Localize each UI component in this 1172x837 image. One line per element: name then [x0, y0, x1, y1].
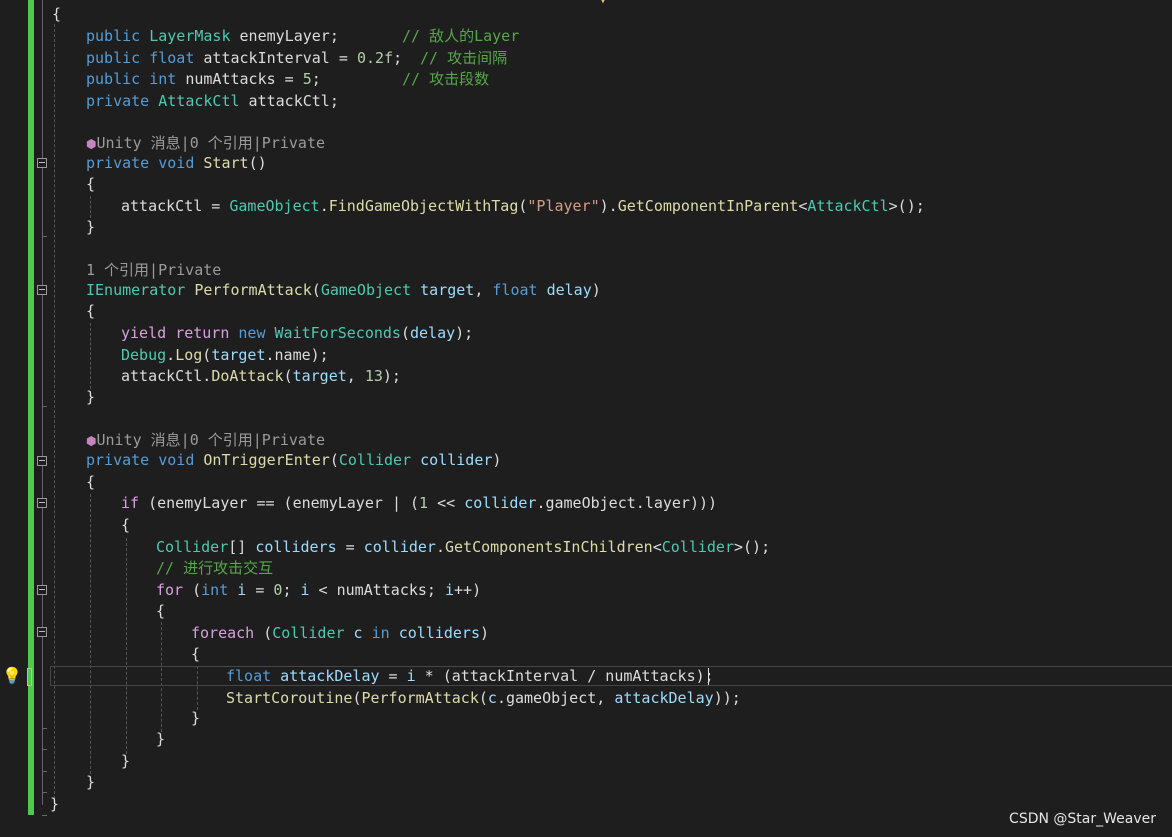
fold-toggle-perform-attack[interactable]	[37, 285, 47, 295]
fold-toggle-if[interactable]	[37, 498, 47, 508]
code-line-do-attack[interactable]: attackCtl.DoAttack(target, 13);	[121, 366, 401, 387]
code-line-brace[interactable]: {	[86, 472, 95, 493]
code-line-attack-ctl[interactable]: private AttackCtl attackCtl;	[86, 91, 339, 112]
code-line-brace[interactable]: {	[191, 644, 200, 665]
indent-guide	[126, 538, 127, 754]
code-line-find-player[interactable]: attackCtl = GameObject.FindGameObjectWit…	[121, 196, 925, 217]
scroll-marker-icon: ▾	[600, 0, 607, 7]
codelens-perform-attack[interactable]: 1 个引用|Private	[86, 260, 221, 281]
fold-end-tick	[42, 236, 47, 237]
codelens-on-trigger-enter[interactable]: ⬢Unity 消息|0 个引用|Private	[86, 430, 325, 451]
code-line-brace[interactable]: {	[121, 515, 130, 536]
fold-toggle-for[interactable]	[37, 585, 47, 595]
codelens-start[interactable]: ⬢Unity 消息|0 个引用|Private	[86, 133, 325, 154]
fold-toggle-foreach[interactable]	[37, 627, 47, 637]
code-line-brace[interactable]: }	[86, 387, 95, 408]
code-line[interactable]: {	[52, 4, 61, 25]
code-line-brace[interactable]: }	[156, 729, 165, 750]
code-line-brace[interactable]: }	[86, 772, 95, 793]
code-line-num-attacks[interactable]: public int numAttacks = 5;// 攻击段数	[86, 69, 489, 90]
code-line-colliders[interactable]: Collider[] colliders = collider.GetCompo…	[156, 537, 770, 558]
code-line-debug-log[interactable]: Debug.Log(target.name);	[121, 345, 329, 366]
fold-end-tick	[42, 728, 47, 729]
indent-guide	[90, 494, 91, 774]
fold-end-tick	[42, 749, 47, 750]
fold-end-tick	[42, 792, 47, 793]
watermark: CSDN @Star_Weaver	[1009, 811, 1156, 827]
code-line-brace[interactable]: }	[50, 794, 59, 815]
unsaved-change-marker	[27, 668, 32, 686]
code-line-brace[interactable]: {	[86, 301, 95, 322]
code-line-comment[interactable]: // 进行攻击交互	[156, 558, 273, 579]
indent-guide	[90, 196, 91, 218]
indent-guide	[54, 24, 55, 804]
lightbulb-icon[interactable]: 💡	[2, 665, 22, 687]
code-line-if[interactable]: if (enemyLayer == (enemyLayer | (1 << co…	[121, 493, 717, 514]
code-line-attack-interval[interactable]: public float attackInterval = 0.2f;// 攻击…	[86, 48, 507, 69]
code-line-for[interactable]: for (int i = 0; i < numAttacks; i++)	[156, 580, 481, 601]
fold-end-tick	[42, 406, 47, 407]
indent-guide	[90, 323, 91, 389]
code-line-brace[interactable]: {	[156, 601, 165, 622]
fold-toggle-on-trigger-enter[interactable]	[37, 456, 47, 466]
unity-icon: ⬢	[86, 434, 97, 448]
code-line-brace[interactable]: }	[121, 751, 130, 772]
fold-end-tick	[42, 771, 47, 772]
fold-toggle-start[interactable]	[37, 158, 47, 168]
code-line-trigger-signature[interactable]: private void OnTriggerEnter(Collider col…	[86, 450, 501, 471]
code-line-yield[interactable]: yield return new WaitForSeconds(delay);	[121, 323, 473, 344]
code-line-perform-attack-signature[interactable]: IEnumerator PerformAttack(GameObject tar…	[86, 280, 601, 301]
code-line-foreach[interactable]: foreach (Collider c in colliders)	[191, 623, 489, 644]
outline-line	[42, 0, 43, 805]
code-line-brace[interactable]: }	[86, 217, 95, 238]
code-line-enemy-layer[interactable]: public LayerMask enemyLayer;// 敌人的Layer	[86, 26, 519, 47]
code-line-attack-delay[interactable]: float attackDelay = i * (attackInterval …	[226, 666, 714, 687]
unity-icon: ⬢	[86, 137, 97, 151]
code-line-brace[interactable]: }	[191, 708, 200, 729]
code-editor[interactable]: ▾ 💡 { public LayerMask enemyLayer;// 敌人的…	[0, 0, 1172, 837]
code-line-start-coroutine[interactable]: StartCoroutine(PerformAttack(c.gameObjec…	[226, 688, 741, 709]
code-line-start-signature[interactable]: private void Start()	[86, 153, 267, 174]
change-indicator-bar	[28, 0, 34, 815]
fold-end-tick	[42, 815, 47, 816]
code-line-brace[interactable]: {	[86, 174, 95, 195]
